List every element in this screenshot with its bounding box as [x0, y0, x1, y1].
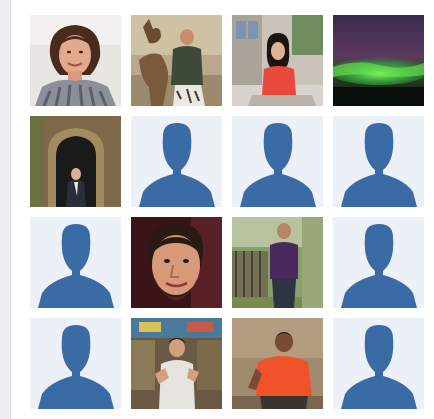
friend-photo-tile[interactable]	[131, 318, 222, 409]
man-in-shop-photo	[131, 318, 222, 409]
default-avatar-tile[interactable]	[333, 217, 424, 308]
default-avatar-icon	[341, 224, 417, 308]
default-avatar-tile[interactable]	[333, 116, 424, 207]
default-avatar-tile[interactable]	[30, 318, 121, 409]
friend-photo-tile[interactable]	[232, 318, 323, 409]
default-avatar-tile[interactable]	[30, 217, 121, 308]
friend-photo-tile[interactable]	[232, 217, 323, 308]
man-purple-shirt-photo	[232, 217, 323, 308]
default-avatar-tile[interactable]	[131, 116, 222, 207]
friend-photo-tile[interactable]	[131, 217, 222, 308]
default-avatar-tile[interactable]	[333, 318, 424, 409]
default-avatar-icon	[139, 123, 215, 207]
woman-at-table-photo	[232, 15, 323, 106]
man-red-shirt-photo	[232, 318, 323, 409]
friend-photo-tile[interactable]	[30, 15, 121, 106]
woman-portrait-photo	[30, 15, 121, 106]
friends-grid	[30, 15, 424, 409]
aurora-landscape-photo	[333, 15, 424, 106]
friend-photo-tile[interactable]	[30, 116, 121, 207]
default-avatar-icon	[341, 123, 417, 207]
friends-panel	[10, 0, 434, 419]
person-in-stone-doorway-photo	[30, 116, 121, 207]
friend-photo-tile[interactable]	[232, 15, 323, 106]
default-avatar-icon	[341, 325, 417, 409]
default-avatar-tile[interactable]	[232, 116, 323, 207]
default-avatar-icon	[240, 123, 316, 207]
default-avatar-icon	[38, 224, 114, 308]
man-face-closeup-photo	[131, 217, 222, 308]
default-avatar-icon	[38, 325, 114, 409]
friend-photo-tile[interactable]	[333, 15, 424, 106]
man-with-animal-photo	[131, 15, 222, 106]
friend-photo-tile[interactable]	[131, 15, 222, 106]
